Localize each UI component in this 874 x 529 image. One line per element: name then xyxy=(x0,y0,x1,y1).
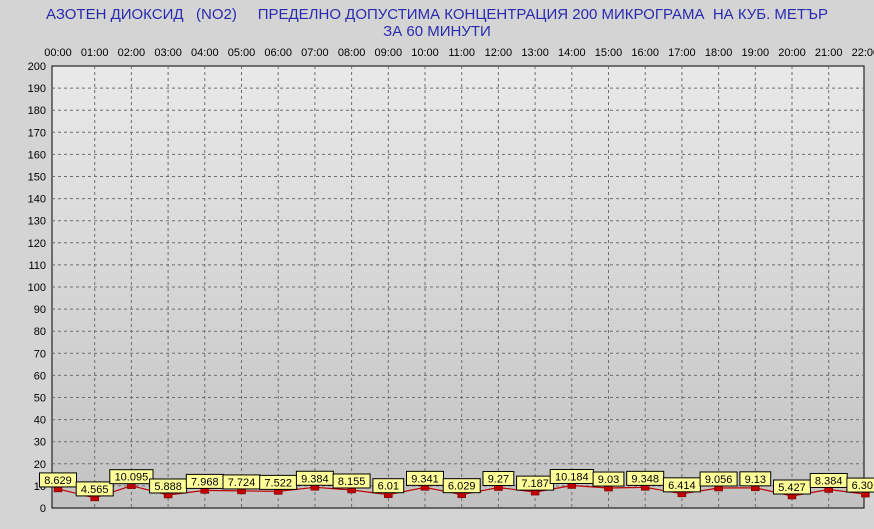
x-tick-label: 14:00 xyxy=(558,47,586,59)
x-tick-label: 12:00 xyxy=(485,47,513,59)
data-label: 4.565 xyxy=(81,484,109,496)
data-label: 9.384 xyxy=(301,473,329,485)
no2-chart: 00:00 01:00 02:00 03:00 04:00 05:00 06:00 07:00… xyxy=(28,47,874,515)
x-tick-label: 11:00 xyxy=(448,47,475,59)
y-tick-label: 140 xyxy=(28,194,46,206)
x-tick-label: 00:00 xyxy=(44,47,72,59)
y-tick-label: 170 xyxy=(28,127,46,139)
x-tick-label: 20:00 xyxy=(778,47,806,59)
data-label: 7.187 xyxy=(521,478,549,490)
data-label: 10.184 xyxy=(555,471,589,483)
data-label: 9.056 xyxy=(705,474,733,486)
x-tick-label: 06:00 xyxy=(264,47,292,59)
data-label: 9.27 xyxy=(488,474,509,486)
y-axis-ticks: 0102030405060708090100110120130140150160… xyxy=(28,61,46,515)
data-label: 9.348 xyxy=(631,473,659,485)
y-tick-label: 20 xyxy=(34,459,46,471)
y-tick-label: 60 xyxy=(34,370,46,382)
data-label: 7.968 xyxy=(191,476,219,488)
x-tick-label: 16:00 xyxy=(631,47,659,59)
x-tick-label: 08:00 xyxy=(338,47,366,59)
y-tick-label: 0 xyxy=(40,503,46,515)
x-tick-label: 13:00 xyxy=(521,47,549,59)
data-label: 6.01 xyxy=(378,481,399,493)
y-tick-label: 40 xyxy=(34,415,46,427)
data-label: 5.427 xyxy=(778,482,806,494)
data-label: 7.724 xyxy=(228,477,256,489)
data-label: 9.03 xyxy=(598,474,619,486)
data-label: 8.629 xyxy=(44,475,72,487)
x-tick-label: 07:00 xyxy=(301,47,329,59)
y-tick-label: 30 xyxy=(34,437,46,449)
data-label: 6.414 xyxy=(668,480,696,492)
data-label: 10.095 xyxy=(115,472,149,484)
x-tick-label: 04:00 xyxy=(191,47,219,59)
y-tick-label: 110 xyxy=(28,260,46,272)
y-tick-label: 70 xyxy=(34,348,46,360)
x-tick-label: 17:00 xyxy=(668,47,696,59)
y-tick-label: 130 xyxy=(28,216,46,228)
x-tick-label: 19:00 xyxy=(742,47,770,59)
y-tick-label: 180 xyxy=(28,105,46,117)
x-tick-label: 10:00 xyxy=(411,47,439,59)
data-label: 7.522 xyxy=(264,477,292,489)
y-tick-label: 120 xyxy=(28,238,46,250)
x-tick-label: 03:00 xyxy=(154,47,182,59)
y-tick-label: 80 xyxy=(34,326,46,338)
data-label: 9.13 xyxy=(745,474,766,486)
x-tick-label: 09:00 xyxy=(375,47,403,59)
y-tick-label: 160 xyxy=(28,149,46,161)
x-tick-label: 22:00 xyxy=(852,47,874,59)
data-label: 6.301 xyxy=(852,480,874,492)
y-tick-label: 200 xyxy=(28,61,46,73)
y-tick-label: 150 xyxy=(28,172,46,184)
x-tick-label: 01:00 xyxy=(81,47,109,59)
data-label: 6.029 xyxy=(448,481,476,493)
x-tick-label: 21:00 xyxy=(815,47,843,59)
x-tick-label: 15:00 xyxy=(595,47,623,59)
y-tick-label: 50 xyxy=(34,393,46,405)
y-tick-label: 100 xyxy=(28,282,46,294)
data-label: 8.155 xyxy=(338,476,366,488)
x-tick-label: 05:00 xyxy=(228,47,256,59)
y-tick-label: 90 xyxy=(34,304,46,316)
data-label: 5.888 xyxy=(154,481,182,493)
x-tick-label: 02:00 xyxy=(118,47,146,59)
x-axis-ticks: 00:00 01:00 02:00 03:00 04:00 05:00 06:00 07:00… xyxy=(44,47,874,59)
data-label: 8.384 xyxy=(815,475,843,487)
y-tick-label: 190 xyxy=(28,83,46,95)
data-label: 9.341 xyxy=(411,473,439,485)
x-tick-label: 18:00 xyxy=(705,47,733,59)
